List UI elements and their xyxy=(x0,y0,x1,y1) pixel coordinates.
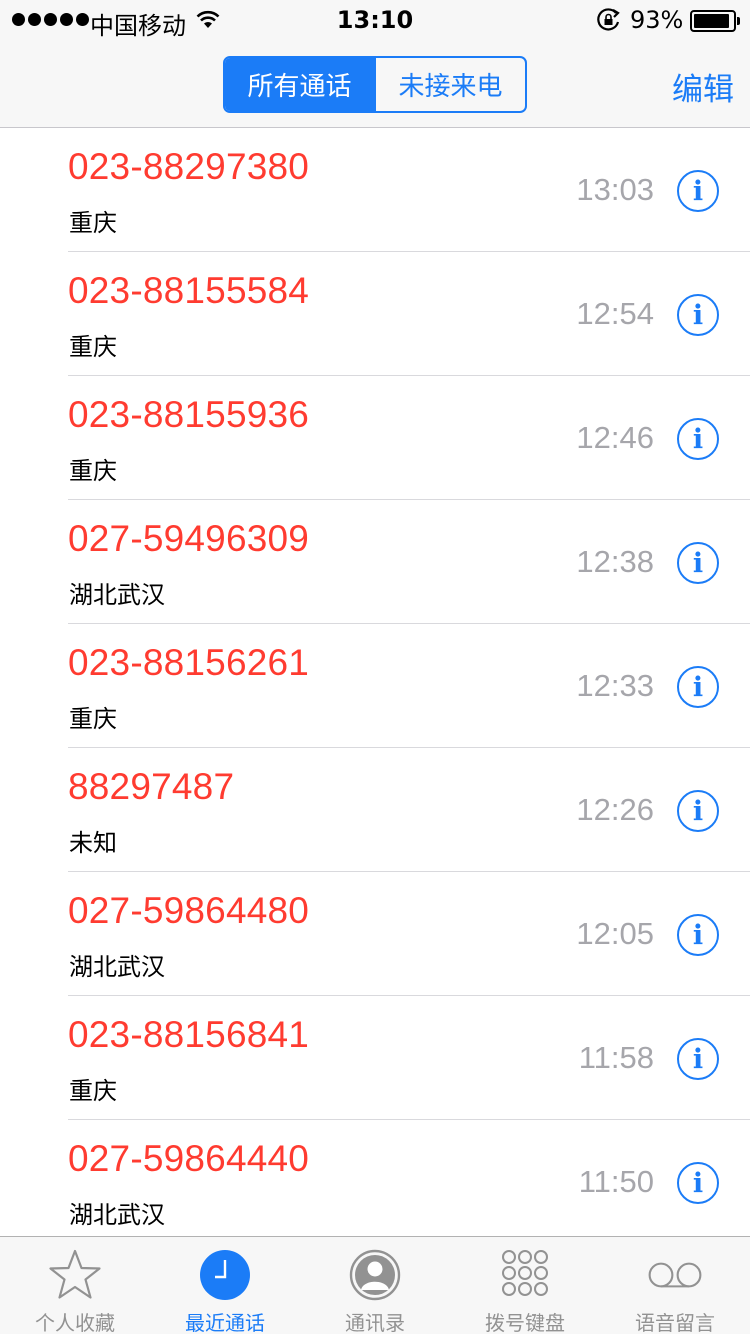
info-icon[interactable]: i xyxy=(677,1038,719,1080)
call-number: 88297487 xyxy=(68,766,235,807)
call-number: 023-88155936 xyxy=(68,394,310,435)
info-icon[interactable]: i xyxy=(677,294,719,336)
tab-label-voicemail: 语音留言 xyxy=(635,1311,715,1334)
tab-label-contacts: 通讯录 xyxy=(345,1311,405,1334)
call-row[interactable]: 88297487 未知 12:26 i xyxy=(0,748,750,872)
star-icon xyxy=(47,1247,103,1303)
voicemail-icon xyxy=(647,1247,703,1303)
call-filter-segmented-control[interactable]: 所有通话 未接来电 xyxy=(223,56,527,113)
tab-voicemail[interactable]: 语音留言 xyxy=(600,1237,750,1334)
call-location: 湖北武汉 xyxy=(69,953,165,981)
segment-all-calls[interactable]: 所有通话 xyxy=(225,58,374,111)
status-bar: 中国移动 13:10 93% xyxy=(0,0,750,40)
battery-fill xyxy=(694,14,730,28)
tab-keypad[interactable]: 拨号键盘 xyxy=(450,1237,600,1334)
tab-bar: 个人收藏 最近通话 通讯录 拨号键盘 语音留言 xyxy=(0,1236,750,1334)
call-row[interactable]: 027-59864440 湖北武汉 11:50 i xyxy=(0,1120,750,1236)
call-row[interactable]: 023-88156261 重庆 12:33 i xyxy=(0,624,750,748)
call-row[interactable]: 023-88155584 重庆 12:54 i xyxy=(0,252,750,376)
call-location: 重庆 xyxy=(69,705,117,733)
rotation-lock-icon xyxy=(596,8,622,38)
info-icon[interactable]: i xyxy=(677,1162,719,1204)
call-time: 11:58 xyxy=(578,1040,654,1075)
call-time: 12:05 xyxy=(576,916,654,951)
call-time: 12:54 xyxy=(576,296,654,331)
call-number: 027-59864480 xyxy=(68,890,310,931)
call-location: 重庆 xyxy=(69,333,117,361)
call-time: 11:50 xyxy=(578,1164,654,1199)
call-time: 12:33 xyxy=(576,668,654,703)
tab-label-keypad: 拨号键盘 xyxy=(485,1311,565,1334)
info-icon[interactable]: i xyxy=(677,170,719,212)
call-location: 重庆 xyxy=(69,457,117,485)
call-number: 023-88155584 xyxy=(68,270,310,311)
info-icon[interactable]: i xyxy=(677,542,719,584)
tab-recents[interactable]: 最近通话 xyxy=(150,1237,300,1334)
call-number: 027-59864440 xyxy=(68,1138,310,1179)
call-number: 023-88156841 xyxy=(68,1014,310,1055)
call-number: 023-88156261 xyxy=(68,642,310,683)
info-icon[interactable]: i xyxy=(677,666,719,708)
info-icon[interactable]: i xyxy=(677,914,719,956)
segment-missed-calls[interactable]: 未接来电 xyxy=(374,58,525,111)
call-location: 湖北武汉 xyxy=(69,1201,165,1229)
tab-label-favorites: 个人收藏 xyxy=(35,1311,115,1334)
call-location: 未知 xyxy=(69,829,117,857)
recent-calls-list[interactable]: 023-88297380 重庆 13:03 i 023-88155584 重庆 12:54 i… xyxy=(0,128,750,1236)
keypad-icon xyxy=(497,1247,553,1303)
call-time: 12:46 xyxy=(576,420,654,455)
call-time: 13:03 xyxy=(576,172,654,207)
call-row[interactable]: 027-59496309 湖北武汉 12:38 i xyxy=(0,500,750,624)
call-row[interactable]: 023-88156841 重庆 11:58 i xyxy=(0,996,750,1120)
edit-button[interactable]: 编辑 xyxy=(672,64,734,109)
call-row[interactable]: 023-88297380 重庆 13:03 i xyxy=(0,128,750,252)
call-row[interactable]: 027-59864480 湖北武汉 12:05 i xyxy=(0,872,750,996)
info-icon[interactable]: i xyxy=(677,790,719,832)
call-number: 023-88297380 xyxy=(68,146,310,187)
call-number: 027-59496309 xyxy=(68,518,310,559)
clock-icon xyxy=(197,1247,253,1303)
tab-favorites[interactable]: 个人收藏 xyxy=(0,1237,150,1334)
call-time: 12:26 xyxy=(576,792,654,827)
call-location: 重庆 xyxy=(69,1077,117,1105)
battery-icon xyxy=(690,10,740,32)
tab-label-recents: 最近通话 xyxy=(185,1311,265,1334)
info-icon[interactable]: i xyxy=(677,418,719,460)
call-location: 重庆 xyxy=(69,209,117,237)
navigation-bar: 所有通话 未接来电 编辑 xyxy=(0,40,750,128)
call-time: 12:38 xyxy=(576,544,654,579)
call-location: 湖北武汉 xyxy=(69,581,165,609)
call-row[interactable]: 023-88155936 重庆 12:46 i xyxy=(0,376,750,500)
contacts-icon xyxy=(347,1247,403,1303)
battery-percent: 93% xyxy=(630,6,684,34)
tab-contacts[interactable]: 通讯录 xyxy=(300,1237,450,1334)
